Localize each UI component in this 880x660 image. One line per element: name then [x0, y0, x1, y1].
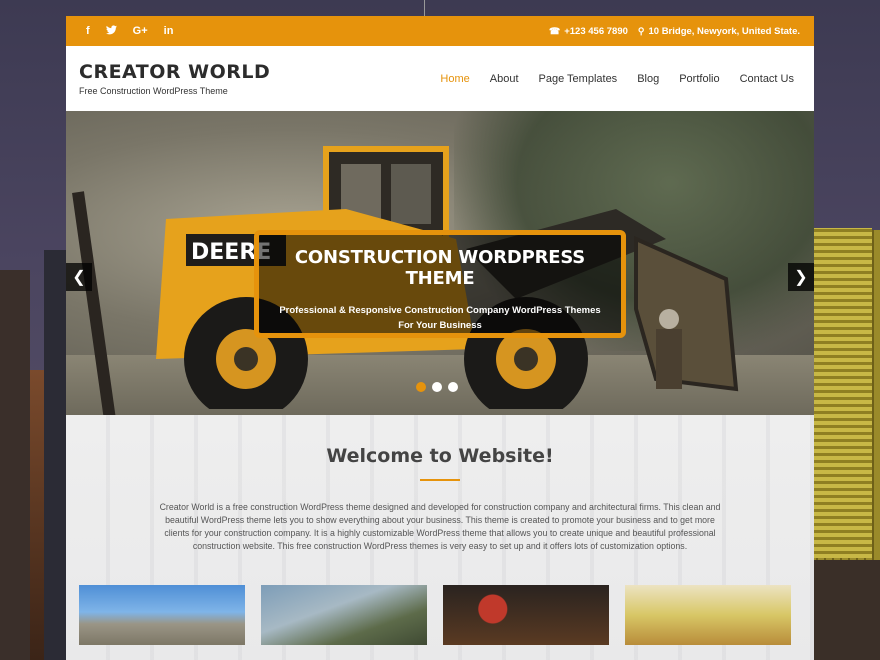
- site-title[interactable]: CREATOR WORLD: [79, 61, 270, 83]
- antenna-decoration: [424, 0, 425, 16]
- service-image-excavator[interactable]: [79, 585, 245, 645]
- facebook-icon[interactable]: f: [86, 25, 90, 38]
- google-plus-icon[interactable]: G+: [133, 25, 148, 38]
- slide-title: CONSTRUCTION WORDPRESS THEME: [294, 247, 586, 289]
- building-right-lit: [814, 228, 872, 558]
- twitter-icon[interactable]: [105, 24, 117, 38]
- nav-item-home[interactable]: Home: [440, 73, 469, 85]
- slider-dot-2[interactable]: [432, 382, 442, 392]
- nav-item-blog[interactable]: Blog: [637, 73, 659, 85]
- nav-item-page-templates[interactable]: Page Templates: [539, 73, 618, 85]
- building-left-tower: [44, 250, 66, 660]
- building-left-dark: [0, 270, 30, 660]
- map-marker-icon: ⚲: [637, 25, 645, 36]
- main-nav: Home About Page Templates Blog Portfolio…: [440, 73, 794, 85]
- contact-info: ☎ +123 456 7890 ⚲ 10 Bridge, Newyork, Unit…: [549, 26, 800, 37]
- welcome-text: Creator World is a free construction Wor…: [159, 502, 721, 551]
- site-header: CREATOR WORLD Free Construction WordPres…: [66, 46, 814, 111]
- service-image-welder[interactable]: [443, 585, 609, 645]
- building-right-base: [810, 560, 880, 660]
- nav-item-contact-us[interactable]: Contact Us: [740, 73, 794, 85]
- slide-caption: CONSTRUCTION WORDPRESS THEME Professiona…: [254, 230, 626, 338]
- service-image-site[interactable]: [625, 585, 791, 645]
- slider-dot-1[interactable]: [416, 382, 426, 392]
- nav-item-portfolio[interactable]: Portfolio: [679, 73, 719, 85]
- logo[interactable]: CREATOR WORLD Free Construction WordPres…: [79, 61, 270, 96]
- address-item: ⚲ 10 Bridge, Newyork, United State.: [638, 26, 800, 37]
- site-wrapper: f G+ in ☎ +123 456 7890 ⚲ 10 Bridge, Newyo…: [66, 16, 814, 660]
- phone-icon: ☎: [549, 25, 561, 36]
- slider-pagination: [416, 382, 458, 392]
- chevron-left-icon[interactable]: ❮: [66, 263, 92, 291]
- site-tagline: Free Construction WordPress Theme: [79, 86, 228, 96]
- top-bar: f G+ in ☎ +123 456 7890 ⚲ 10 Bridge, Newyo…: [66, 16, 814, 46]
- title-underline: [420, 479, 460, 481]
- phone-number: +123 456 7890: [564, 25, 628, 37]
- social-links: f G+ in: [86, 25, 173, 38]
- welcome-title: Welcome to Website!: [326, 445, 554, 467]
- slider-dot-3[interactable]: [448, 382, 458, 392]
- hero-slider: DEERE ❮ ❯ CONSTRUCTION WORDPRESS THEME P…: [66, 111, 814, 415]
- linkedin-icon[interactable]: in: [164, 25, 174, 38]
- address-text: 10 Bridge, Newyork, United State.: [648, 25, 800, 37]
- chevron-right-icon[interactable]: ❯: [788, 263, 814, 291]
- phone-item: ☎ +123 456 7890: [549, 26, 628, 37]
- service-thumbnails: [79, 585, 791, 645]
- service-image-workers[interactable]: [261, 585, 427, 645]
- slide-subtitle: Professional & Responsive Construction C…: [279, 305, 601, 331]
- nav-item-about[interactable]: About: [490, 73, 519, 85]
